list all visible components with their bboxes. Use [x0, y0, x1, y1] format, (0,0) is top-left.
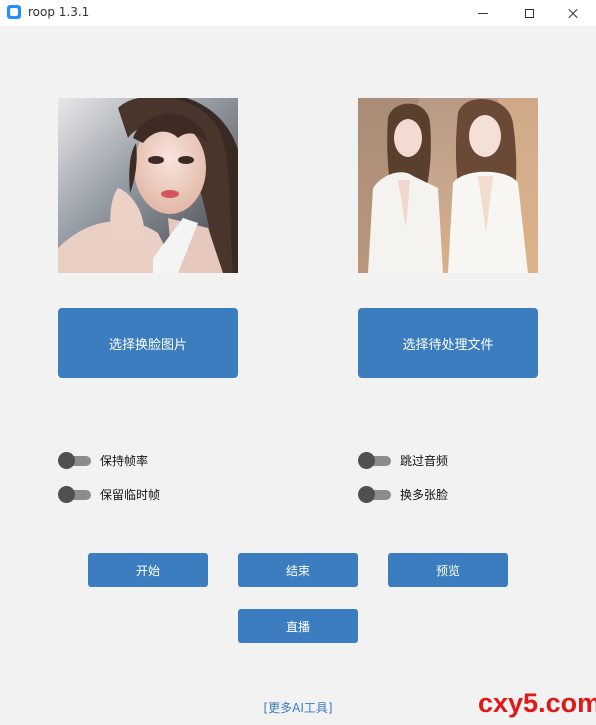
window-title: roop 1.3.1 [28, 5, 90, 19]
start-button[interactable]: 开始 [88, 553, 208, 587]
select-face-button[interactable]: 选择换脸图片 [58, 308, 238, 378]
toggle-switch[interactable] [358, 486, 391, 503]
two-people-photo-icon [358, 98, 538, 273]
switch-knob [358, 486, 375, 503]
many-faces-label: 换多张脸 [400, 487, 449, 502]
maximize-icon [524, 8, 534, 18]
preview-button[interactable]: 预览 [388, 553, 508, 587]
toggle-switch[interactable] [58, 452, 91, 469]
skip-audio-label: 跳过音频 [400, 453, 449, 468]
maximize-button[interactable] [506, 0, 552, 26]
toggle-switch[interactable] [358, 452, 391, 469]
many-faces-toggle[interactable]: 换多张脸 [358, 484, 448, 504]
keep-frames-label: 保留临时帧 [100, 487, 161, 502]
close-button[interactable] [550, 0, 596, 26]
stop-button[interactable]: 结束 [238, 553, 358, 587]
switch-knob [58, 486, 75, 503]
keep-fps-toggle[interactable]: 保持帧率 [58, 450, 148, 470]
toggle-switch[interactable] [58, 486, 91, 503]
skip-audio-toggle[interactable]: 跳过音频 [358, 450, 448, 470]
keep-frames-toggle[interactable]: 保留临时帧 [58, 484, 160, 504]
app-window: roop 1.3.1 选择换脸图片 选择待处理文件 保持帧率 保留临时帧 跳过音… [0, 0, 596, 725]
minimize-icon [478, 12, 488, 14]
minimize-button[interactable] [460, 0, 506, 26]
live-button[interactable]: 直播 [238, 609, 358, 643]
app-icon [7, 5, 21, 19]
close-icon [567, 7, 579, 19]
switch-knob [58, 452, 75, 469]
source-face-image [58, 98, 238, 273]
portrait-photo-icon [58, 98, 238, 273]
watermark: cxy5.com [478, 688, 596, 718]
target-file-image [358, 98, 538, 273]
switch-knob [358, 452, 375, 469]
select-target-button[interactable]: 选择待处理文件 [358, 308, 538, 378]
keep-fps-label: 保持帧率 [100, 453, 149, 468]
title-bar: roop 1.3.1 [0, 0, 596, 26]
